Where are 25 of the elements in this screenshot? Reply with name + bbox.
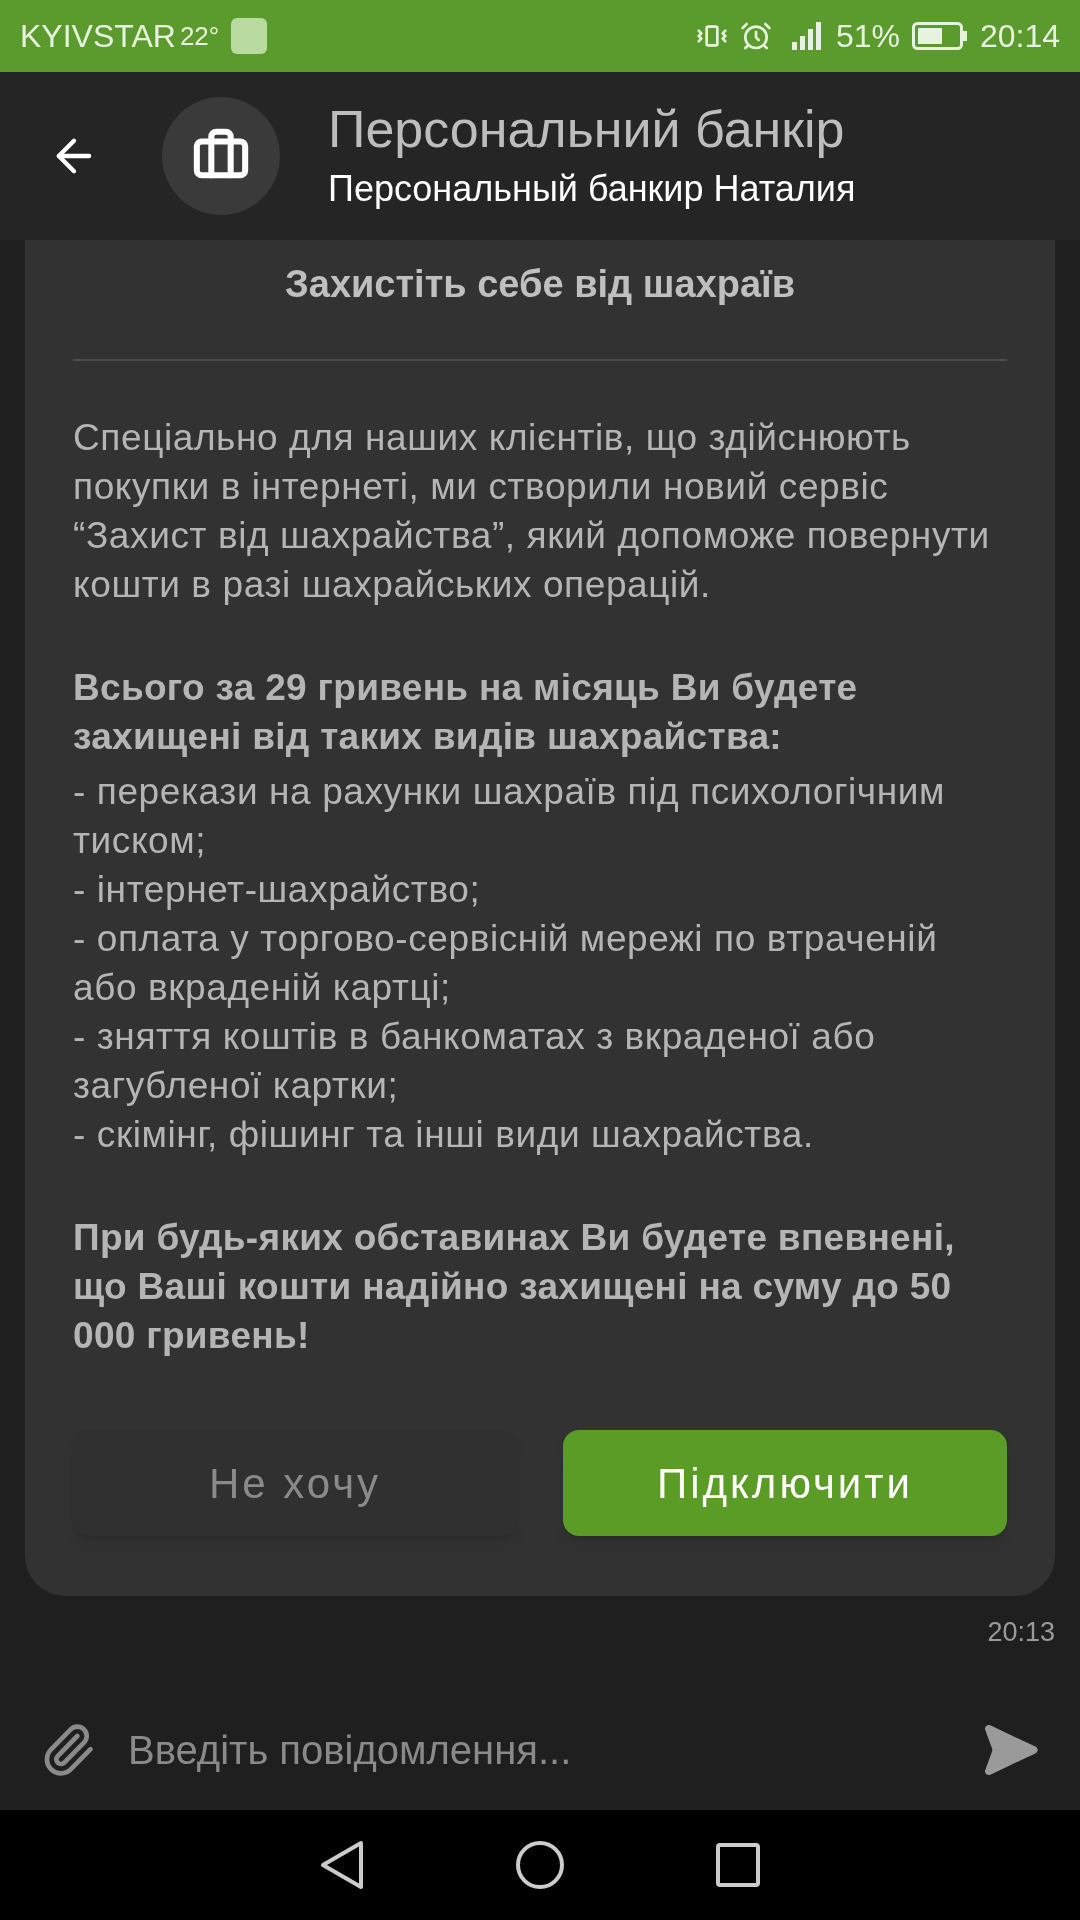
message-input[interactable]: Введіть повідомлення...	[128, 1720, 980, 1780]
battery-icon	[911, 22, 968, 50]
app-badge-icon	[231, 18, 268, 54]
list-item: - скімінг, фішинг та інші види шахрайства.	[73, 1113, 815, 1157]
message-time: 20:13	[987, 1616, 1055, 1649]
list-item: - інтернет-шахрайство;	[73, 868, 482, 912]
recents-nav-icon[interactable]	[715, 1842, 761, 1888]
list-item: - перекази на рахунки шахраїв під психологічним тиском;	[73, 770, 947, 863]
chat-subtitle: Персональный банкир Наталия	[328, 166, 856, 211]
message-title: Захистіть себе від шахраїв	[283, 262, 797, 307]
list-item: - оплата у торгово-сервісній мережі по втраченій або вкраденій картці;	[73, 917, 939, 1010]
carrier-name: KYIVSTAR	[20, 17, 176, 56]
alarm-icon	[739, 20, 772, 52]
home-nav-icon[interactable]	[515, 1840, 565, 1890]
closing-paragraph: При будь-яких обставинах Ви будете впевнені, що Ваші кошти надійно захищені на суму до 50 000 гривень!	[73, 1216, 956, 1358]
temperature: 22°	[179, 19, 220, 53]
list-item: - зняття коштів в банкоматах з вкраденої або загубленої картки;	[73, 1015, 877, 1108]
chat-title: Персональний банкір	[328, 98, 846, 160]
battery-percent: 51%	[835, 17, 900, 56]
offer-paragraph: Всього за 29 гривень на місяць Ви будете захищені від таких видів шахрайства:	[73, 666, 859, 759]
intro-paragraph: Спеціально для наших клієнтів, що здійснюють покупки в інтернеті, ми створили новий сервіс “Захист від шахрайства”, який допоможе повернути кошти в разі шахрайських операцій.	[73, 416, 991, 607]
connect-button[interactable]: Підключити	[563, 1430, 1007, 1536]
clock-time: 20:14	[979, 17, 1060, 56]
decline-button[interactable]: Не хочу	[73, 1430, 517, 1536]
back-nav-icon[interactable]	[319, 1840, 365, 1890]
